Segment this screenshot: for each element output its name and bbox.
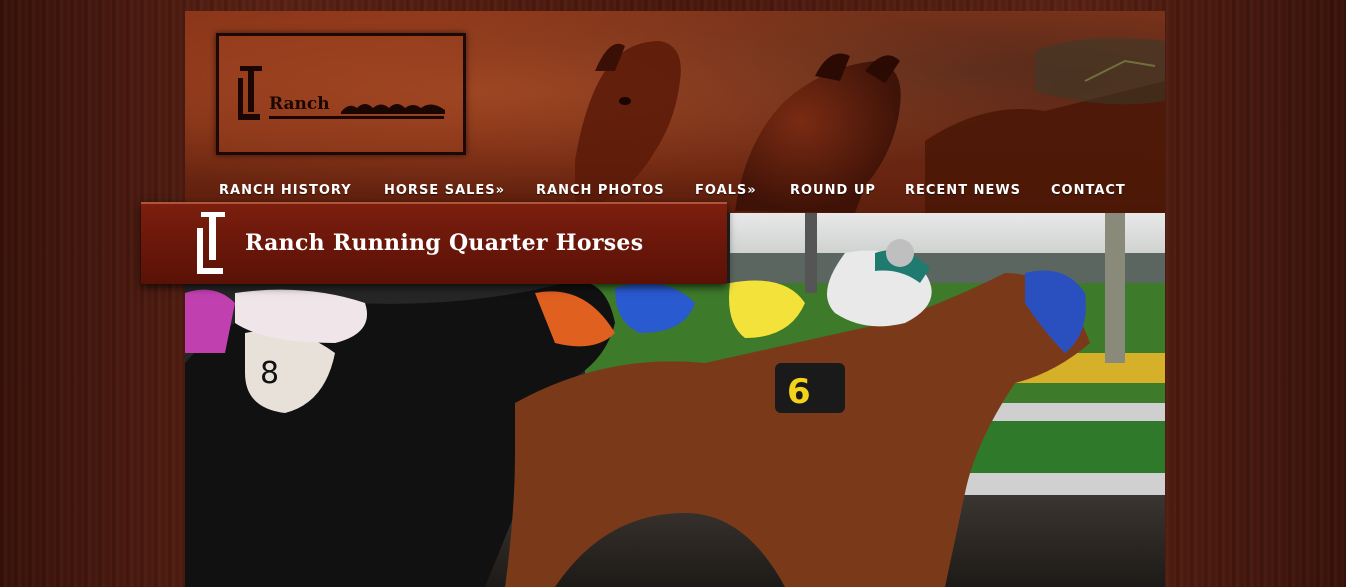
- nav-recent-news[interactable]: RECENT NEWS: [905, 175, 1021, 207]
- jl-brand-icon: [197, 212, 225, 274]
- nav-contact[interactable]: CONTACT: [1051, 175, 1126, 207]
- logo-underline: [269, 116, 444, 119]
- svg-text:6: 6: [787, 372, 811, 412]
- jl-brand-icon: [238, 66, 262, 120]
- page-title: Ranch Running Quarter Horses: [245, 230, 644, 256]
- svg-text:8: 8: [260, 356, 279, 391]
- logo-text: Ranch: [269, 94, 330, 114]
- logo-horses-silhouette: [341, 104, 445, 114]
- site-logo[interactable]: Ranch: [216, 33, 466, 155]
- site-header: Ranch RANCH HISTORY HORSE SALES» RANCH P…: [185, 11, 1165, 213]
- nav-round-up[interactable]: ROUND UP: [790, 175, 876, 207]
- title-banner: Ranch Running Quarter Horses: [141, 202, 727, 284]
- page-container: Ranch RANCH HISTORY HORSE SALES» RANCH P…: [185, 11, 1165, 587]
